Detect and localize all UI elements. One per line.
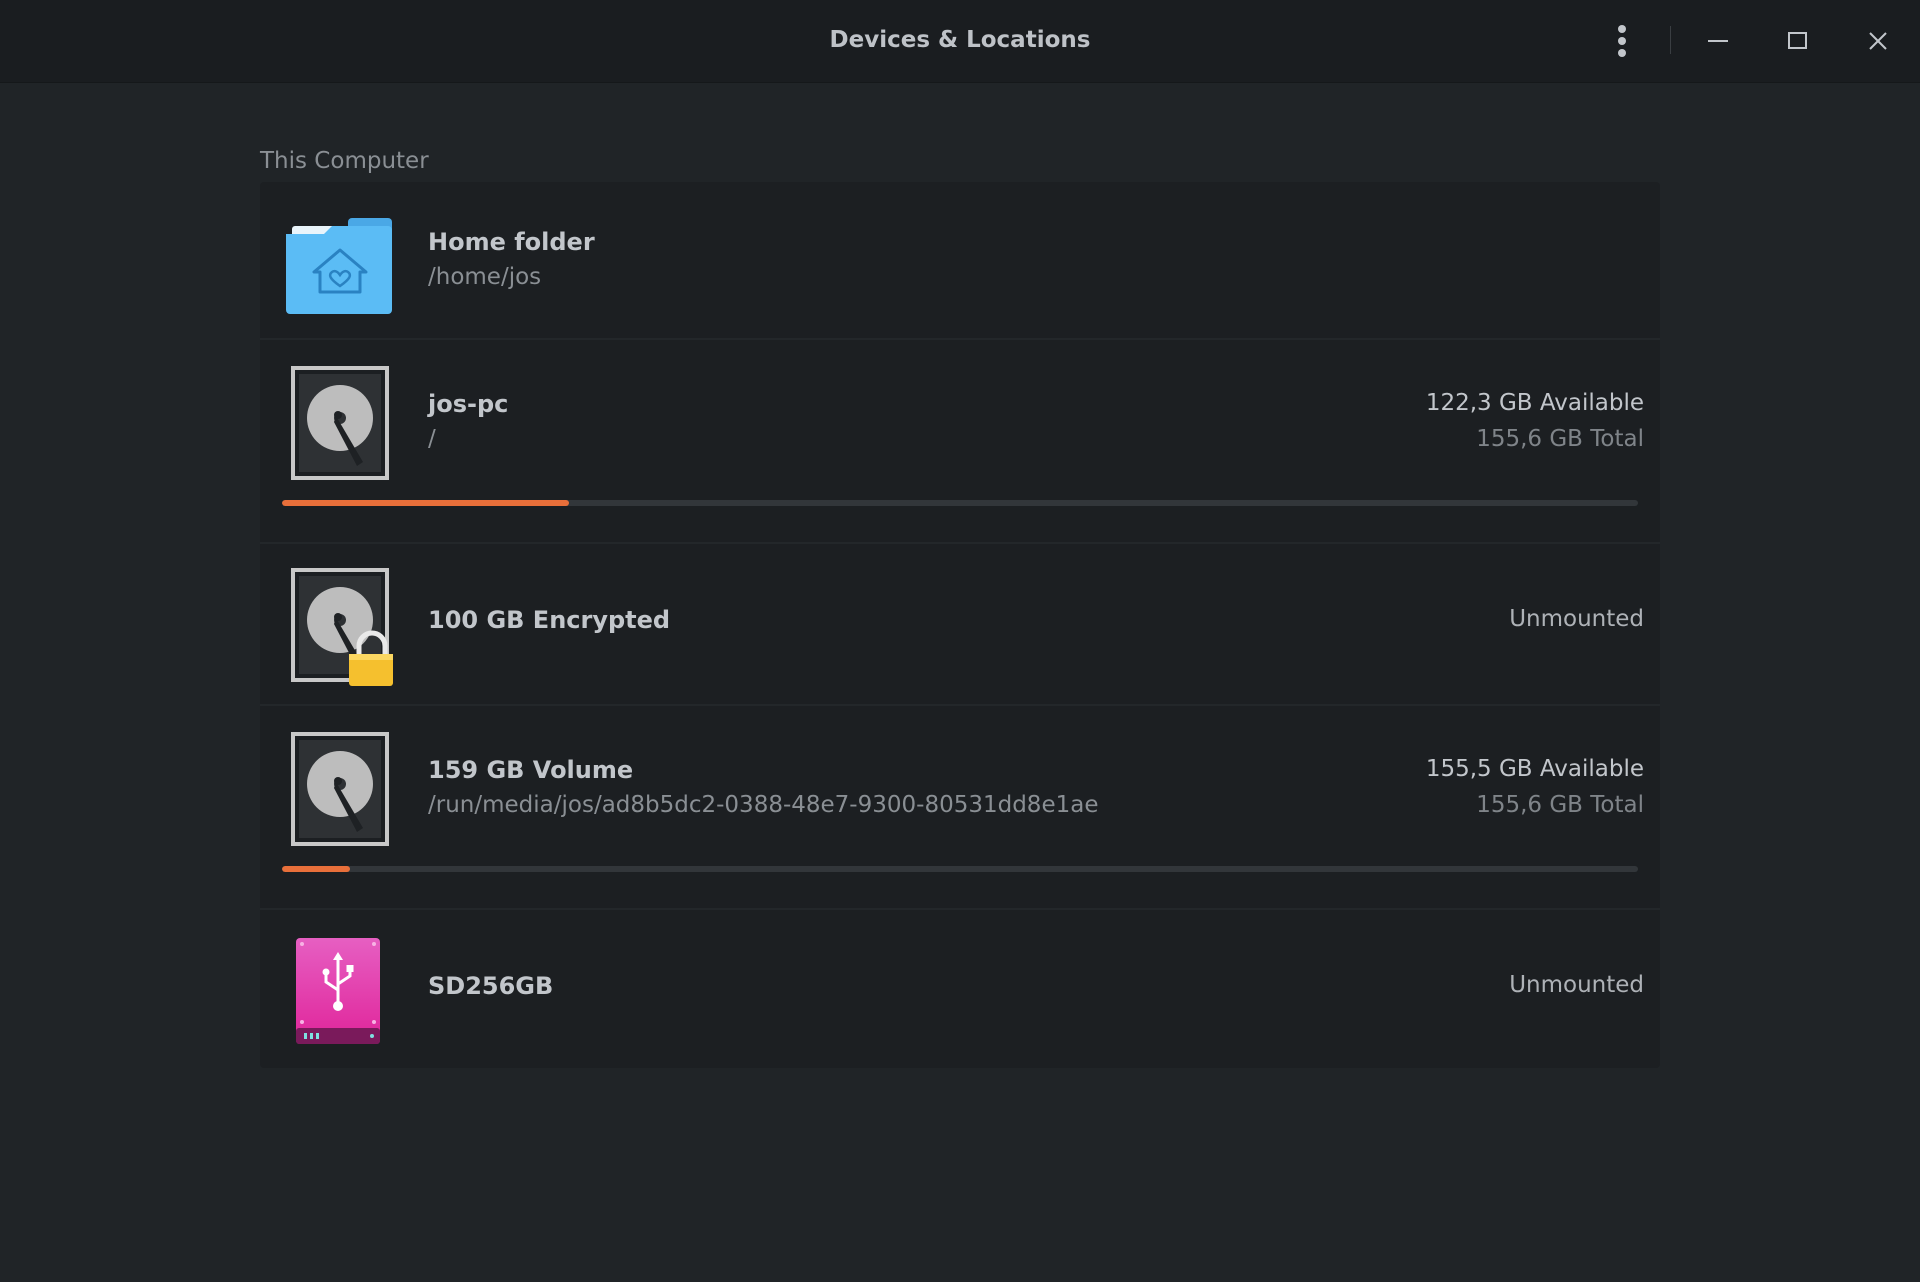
item-name: SD256GB [428,972,554,1000]
titlebar-separator [1670,26,1671,54]
title-bar[interactable]: Devices & Locations [0,0,1920,83]
hard-disk-icon [291,732,389,850]
close-button[interactable] [1853,16,1903,66]
list-item-sd256gb[interactable]: SD256GB Unmounted [260,910,1660,1068]
list-item-jos-pc[interactable]: jos-pc / 122,3 GB Available 155,6 GB Tot… [260,340,1660,544]
item-path: /home/jos [428,264,542,290]
item-name: 159 GB Volume [428,756,634,784]
item-name: Home folder [428,228,595,256]
item-available: 122,3 GB Available [1425,390,1644,416]
list-item-159-gb-volume[interactable]: 159 GB Volume /run/media/jos/ad8b5dc2-03… [260,706,1660,910]
item-status: Unmounted [1509,972,1644,998]
usage-bar [282,866,1638,872]
kebab-menu-icon [1618,25,1626,57]
item-total: 155,6 GB Total [1476,426,1644,452]
item-name: jos-pc [428,390,509,418]
hard-disk-icon [291,366,389,484]
usage-bar [282,500,1638,506]
item-path: /run/media/jos/ad8b5dc2-0388-48e7-9300-8… [428,792,1099,818]
minimize-icon [1708,40,1728,42]
usage-bar-fill [282,866,350,872]
maximize-button[interactable] [1773,16,1823,66]
maximize-icon [1788,32,1807,49]
item-total: 155,6 GB Total [1476,792,1644,818]
minimize-button[interactable] [1693,16,1743,66]
devices-window: Devices & Locations This Computer Home f… [0,0,1920,1282]
item-status: Unmounted [1509,606,1644,632]
list-item-100-gb-encrypted[interactable]: 100 GB Encrypted Unmounted [260,544,1660,706]
device-list: Home folder /home/jos jos-pc / 122,3 GB … [260,182,1660,1068]
encrypted-disk-icon [291,568,403,696]
close-icon [1869,32,1887,50]
section-label-this-computer: This Computer [260,148,429,174]
usage-bar-fill [282,500,570,506]
home-folder-icon [286,216,394,318]
usb-drive-icon [294,938,382,1050]
item-available: 155,5 GB Available [1425,756,1644,782]
list-item-home-folder[interactable]: Home folder /home/jos [260,182,1660,340]
item-name: 100 GB Encrypted [428,606,671,634]
menu-button[interactable] [1597,16,1647,66]
item-path: / [428,426,436,452]
